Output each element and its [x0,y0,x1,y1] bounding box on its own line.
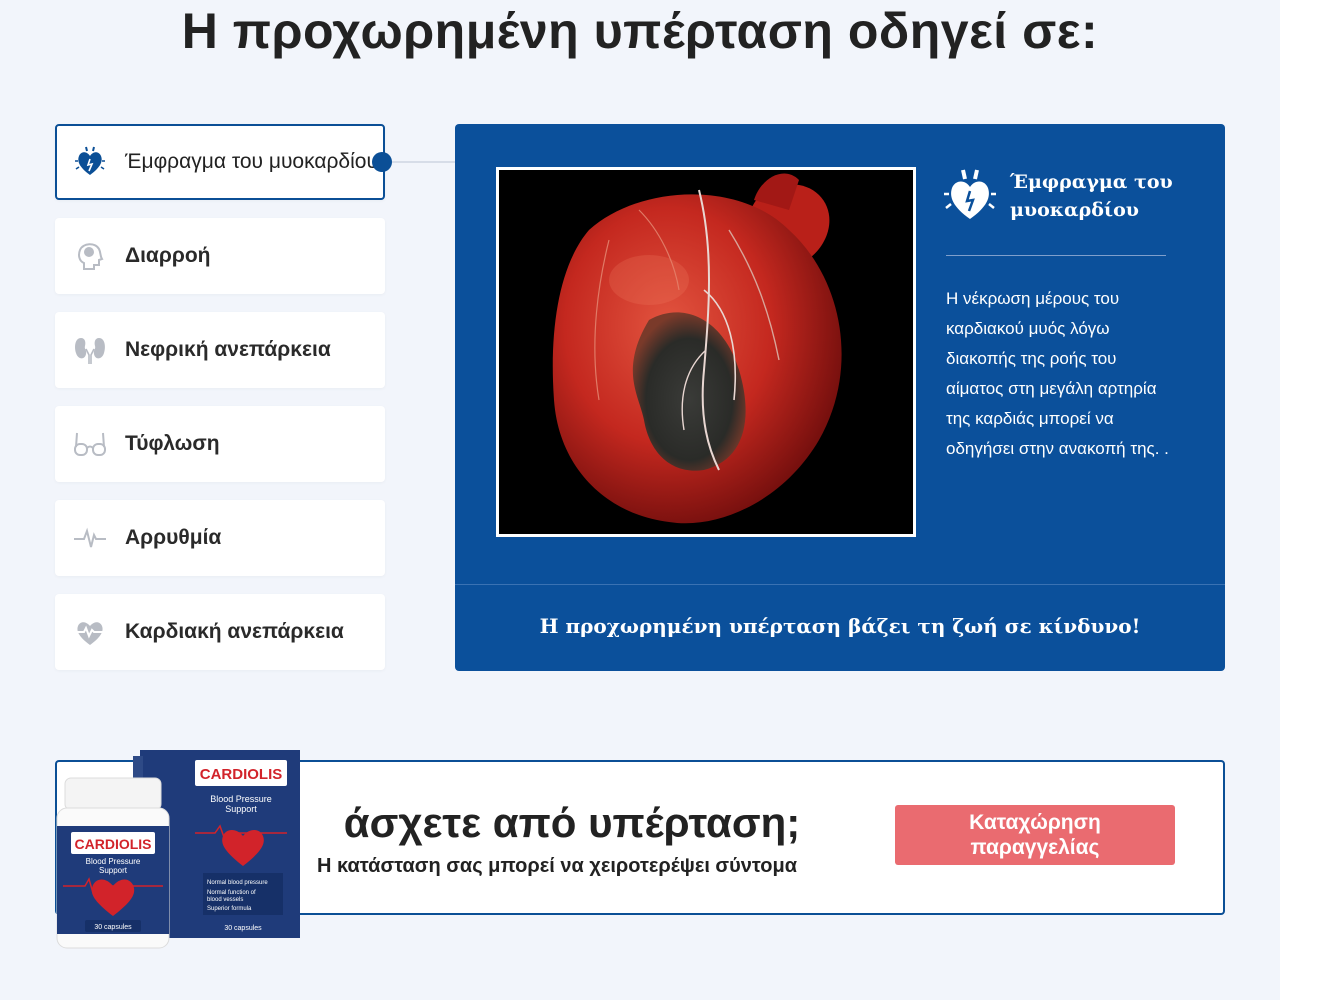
tab-stroke[interactable]: Διαρροή [55,218,385,294]
pulse-line-icon [73,521,107,555]
tab-heart-failure[interactable]: Καρδιακή ανεπάρκεια [55,594,385,670]
tab-label: Έμφραγμα του μυοκαρδίου [125,150,378,173]
bottle-tagline-1: Blood Pressure [86,857,141,866]
condition-panel: Έμφραγμα του μυοκαρδίου Η νέκρωση μέρους… [455,124,1225,671]
panel-footer-divider [455,584,1225,585]
box-tagline-1: Blood Pressure [210,794,272,804]
order-button-line2: παραγγελίας [970,836,1100,859]
box-bullet-1: Normal blood pressure [207,880,268,886]
panel-divider [946,255,1166,256]
heart-attack-icon [73,145,107,179]
panel-description: Η νέκρωση μέρους του καρδιακού μυός λόγω… [946,289,1169,458]
heart-pulse-icon [73,615,107,649]
glasses-icon [73,427,107,461]
panel-footer-text: Η προχωρημένη υπέρταση βάζει τη ζωή σε κ… [539,614,1141,638]
tab-label: Αρρυθμία [125,526,222,549]
heart-photo [496,167,916,537]
tab-label: Νεφρική ανεπάρκεια [125,338,331,361]
tab-connector-line [392,161,456,163]
tab-label: Τύφλωση [125,432,220,455]
banner-subheading: Η κατάσταση σας μπορεί να χειροτερέψει σ… [317,855,797,877]
tab-label: Καρδιακή ανεπάρκεια [125,620,344,643]
active-tab-indicator [372,152,392,172]
page-heading: Η προχωρημένη υπέρταση οδηγεί σε: [181,3,1099,59]
bottle-brand-text: CARDIOLIS [75,836,152,852]
box-tagline-2: Support [225,804,257,814]
tab-blindness[interactable]: Τύφλωση [55,406,385,482]
banner-heading: άσχετε από υπέρταση; [343,799,801,846]
product-image: CARDIOLIS Blood Pressure Support Normal … [55,748,305,953]
kidneys-icon [73,333,107,367]
order-button-line1: Καταχώρηση [969,811,1101,834]
tab-kidney-failure[interactable]: Νεφρική ανεπάρκεια [55,312,385,388]
bottle-tagline-2: Support [99,866,128,875]
side-strip [1280,0,1325,1000]
order-button[interactable]: Καταχώρηση παραγγελίας [895,805,1175,865]
tab-arrhythmia[interactable]: Αρρυθμία [55,500,385,576]
box-capsules-text: 30 capsules [224,925,262,932]
heart-attack-icon [943,164,997,224]
tab-myocardial-infarction[interactable]: Έμφραγμα του μυοκαρδίου [55,124,385,200]
box-brand-text: CARDIOLIS [200,766,283,783]
bottle-capsules-text: 30 capsules [94,924,132,931]
brain-head-icon [73,239,107,273]
box-bullet-4: Superior formula [207,906,252,912]
box-bullet-2: Normal function of [207,890,256,896]
panel-title: Έμφραγμα του μυοκαρδίου [1010,171,1173,221]
box-bullet-3: blood vessels [207,897,243,903]
tab-label: Διαρροή [125,244,211,267]
